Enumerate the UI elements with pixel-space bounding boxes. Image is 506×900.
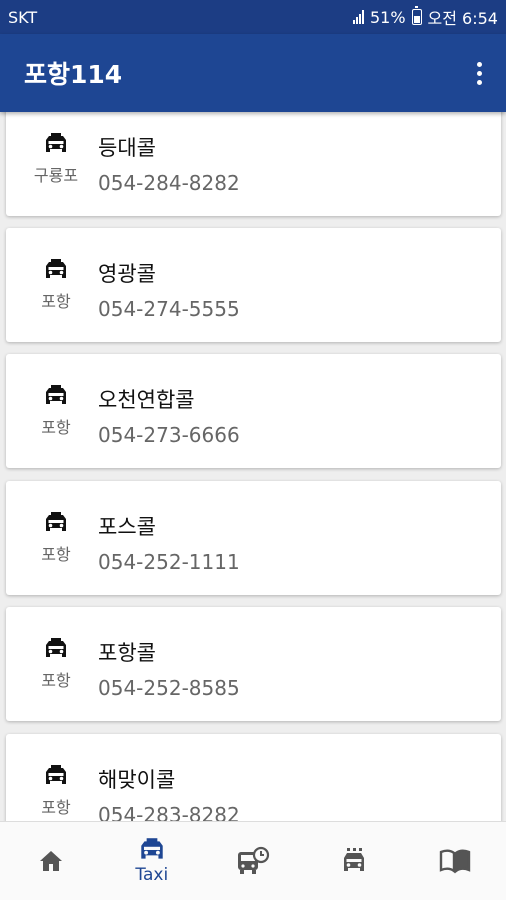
train-icon: [344, 848, 365, 871]
nav-home[interactable]: [11, 822, 91, 900]
region-label: 구룡포: [33, 166, 79, 185]
region-label: 포항: [41, 798, 71, 817]
nav-train[interactable]: [314, 822, 394, 900]
bottom-nav: Taxi: [0, 821, 506, 900]
region-label: 포항: [41, 671, 71, 690]
region-label: 포항: [41, 545, 71, 564]
taxi-company-name: 해맞이콜: [98, 768, 176, 792]
region-label: 포항: [41, 292, 71, 311]
clock: 오전 6:54: [427, 9, 498, 28]
book-icon: [440, 849, 471, 874]
taxi-icon: [46, 638, 66, 657]
status-right: 51% 오전 6:54: [352, 5, 498, 29]
taxi-card[interactable]: 포항 포항콜 054-252-8585: [6, 607, 501, 721]
taxi-company-name: 포스콜: [98, 515, 156, 539]
app-bar: 포항114: [0, 34, 506, 112]
taxi-list[interactable]: 구룡포 등대콜 054-284-8282 포항 영광콜 054-274-5555…: [0, 112, 506, 821]
more-vert-icon: [477, 61, 482, 67]
nav-taxi-label: Taxi: [135, 865, 169, 885]
taxi-company-name: 등대콜: [98, 136, 156, 160]
taxi-card[interactable]: 포항 포스콜 054-252-1111: [6, 481, 501, 595]
phone-number[interactable]: 054-284-8282: [98, 171, 240, 195]
nav-book[interactable]: [415, 822, 495, 900]
taxi-icon: [46, 259, 66, 278]
home-icon: [39, 851, 62, 871]
status-bar: SKT 51% 오전 6:54: [0, 0, 506, 34]
taxi-card[interactable]: 구룡포 등대콜 054-284-8282: [6, 112, 501, 216]
battery-percent: 51%: [369, 7, 406, 27]
taxi-card[interactable]: 포항 오천연합콜 054-273-6666: [6, 354, 501, 468]
phone-number[interactable]: 054-273-6666: [98, 423, 240, 447]
taxi-icon: [46, 512, 66, 531]
overflow-menu-button[interactable]: [471, 56, 488, 91]
taxi-company-name: 포항콜: [98, 641, 156, 665]
taxi-icon: [141, 838, 163, 859]
app-title: 포항114: [24, 60, 123, 89]
phone-number[interactable]: 054-252-1111: [98, 550, 240, 574]
taxi-card[interactable]: 포항 영광콜 054-274-5555: [6, 228, 501, 342]
phone-number[interactable]: 054-283-8282: [98, 803, 240, 821]
phone-number[interactable]: 054-252-8585: [98, 676, 240, 700]
taxi-company-name: 오천연합콜: [98, 388, 195, 412]
phone-number[interactable]: 054-274-5555: [98, 297, 240, 321]
taxi-icon: [46, 765, 66, 784]
taxi-icon: [46, 385, 66, 404]
carrier-label: SKT: [8, 7, 38, 27]
nav-bus-schedule[interactable]: [213, 822, 293, 900]
nav-taxi[interactable]: Taxi: [112, 822, 192, 900]
taxi-icon: [46, 133, 66, 152]
taxi-card[interactable]: 포항 해맞이콜 054-283-8282: [6, 734, 501, 821]
bus-schedule-icon: [237, 846, 270, 874]
region-label: 포항: [41, 418, 71, 437]
signal-icon: [352, 10, 364, 24]
battery-icon: [411, 6, 422, 25]
taxi-company-name: 영광콜: [98, 262, 156, 286]
